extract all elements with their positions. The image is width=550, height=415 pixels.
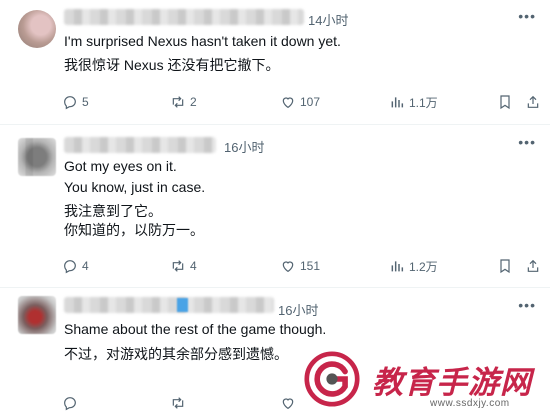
view-count: 1.2万: [409, 259, 438, 274]
reply-icon: [64, 260, 76, 274]
share-button[interactable]: [525, 256, 541, 276]
tweet-actions: 5 2 107 1.1万: [62, 92, 541, 112]
watermark-text: 教育手游网: [372, 365, 532, 401]
views-icon: [391, 261, 404, 272]
like-button[interactable]: 151: [280, 256, 320, 276]
reply-count: 4: [82, 259, 89, 273]
tweet-time[interactable]: 16小时: [278, 300, 318, 319]
retweet-icon: [172, 397, 184, 409]
share-button[interactable]: [525, 92, 541, 112]
reply-icon: [64, 397, 76, 411]
like-icon: [282, 398, 294, 410]
views-icon: [391, 97, 404, 108]
retweet-icon: [172, 260, 184, 272]
retweet-count: 4: [190, 259, 197, 273]
tweet-translation-line: 你知道的，以防万一。: [64, 222, 204, 238]
reply-button[interactable]: 5: [62, 92, 89, 112]
more-icon[interactable]: •••: [518, 8, 536, 24]
tweet-text-line: You know, just in case.: [64, 179, 206, 195]
tweet-time[interactable]: 16小时: [224, 137, 264, 156]
tweet-text-line: Got my eyes on it.: [64, 158, 177, 174]
verified-badge-blurred: [177, 298, 188, 312]
bookmark-icon: [500, 95, 510, 110]
reply-icon: [64, 96, 76, 110]
tweet-translation-line: 不过，对游戏的其余部分感到遗憾。: [64, 346, 288, 362]
reply-count: 5: [82, 95, 89, 109]
tweet-text-line: Shame about the rest of the game though.: [64, 321, 327, 337]
retweet-count: 2: [190, 95, 197, 109]
retweet-icon: [172, 96, 184, 108]
reply-button[interactable]: 4: [62, 256, 89, 276]
tweet-translation-line: 我注意到了它。: [64, 203, 162, 219]
site-watermark: 教育手游网 www.ssdxjy.com: [296, 348, 550, 415]
like-count: 151: [300, 259, 321, 273]
retweet-button[interactable]: [170, 393, 186, 413]
avatar[interactable]: [18, 10, 56, 48]
share-icon: [527, 95, 539, 108]
avatar[interactable]: [18, 138, 56, 176]
blurred-username[interactable]: [64, 137, 216, 153]
bookmark-button[interactable]: [497, 92, 513, 112]
blurred-username[interactable]: [64, 297, 274, 313]
watermark-url: www.ssdxjy.com: [430, 398, 510, 409]
like-button[interactable]: [280, 393, 296, 413]
like-button[interactable]: 107: [280, 92, 320, 112]
retweet-button[interactable]: 2: [170, 92, 197, 112]
watermark-logo-icon: [304, 351, 360, 407]
avatar[interactable]: [18, 296, 56, 334]
view-count: 1.1万: [409, 95, 438, 110]
blurred-username[interactable]: [64, 9, 304, 25]
retweet-button[interactable]: 4: [170, 256, 197, 276]
more-icon[interactable]: •••: [518, 297, 536, 313]
tweet-translation-line: 我很惊讶 Nexus 还没有把它撤下。: [64, 57, 280, 73]
like-icon: [282, 97, 294, 109]
reply-button[interactable]: [62, 393, 78, 413]
like-count: 107: [300, 95, 321, 109]
like-icon: [282, 261, 294, 273]
more-icon[interactable]: •••: [518, 134, 536, 150]
views-button[interactable]: 1.2万: [389, 256, 438, 276]
bookmark-icon: [500, 259, 510, 274]
views-button[interactable]: 1.1万: [389, 92, 438, 112]
tweet-actions: 4 4 151 1.2万: [62, 256, 541, 276]
tweet-time[interactable]: 14小时: [308, 10, 348, 29]
bookmark-button[interactable]: [497, 256, 513, 276]
share-icon: [527, 259, 539, 272]
tweet-text-line: I'm surprised Nexus hasn't taken it down…: [64, 33, 341, 49]
